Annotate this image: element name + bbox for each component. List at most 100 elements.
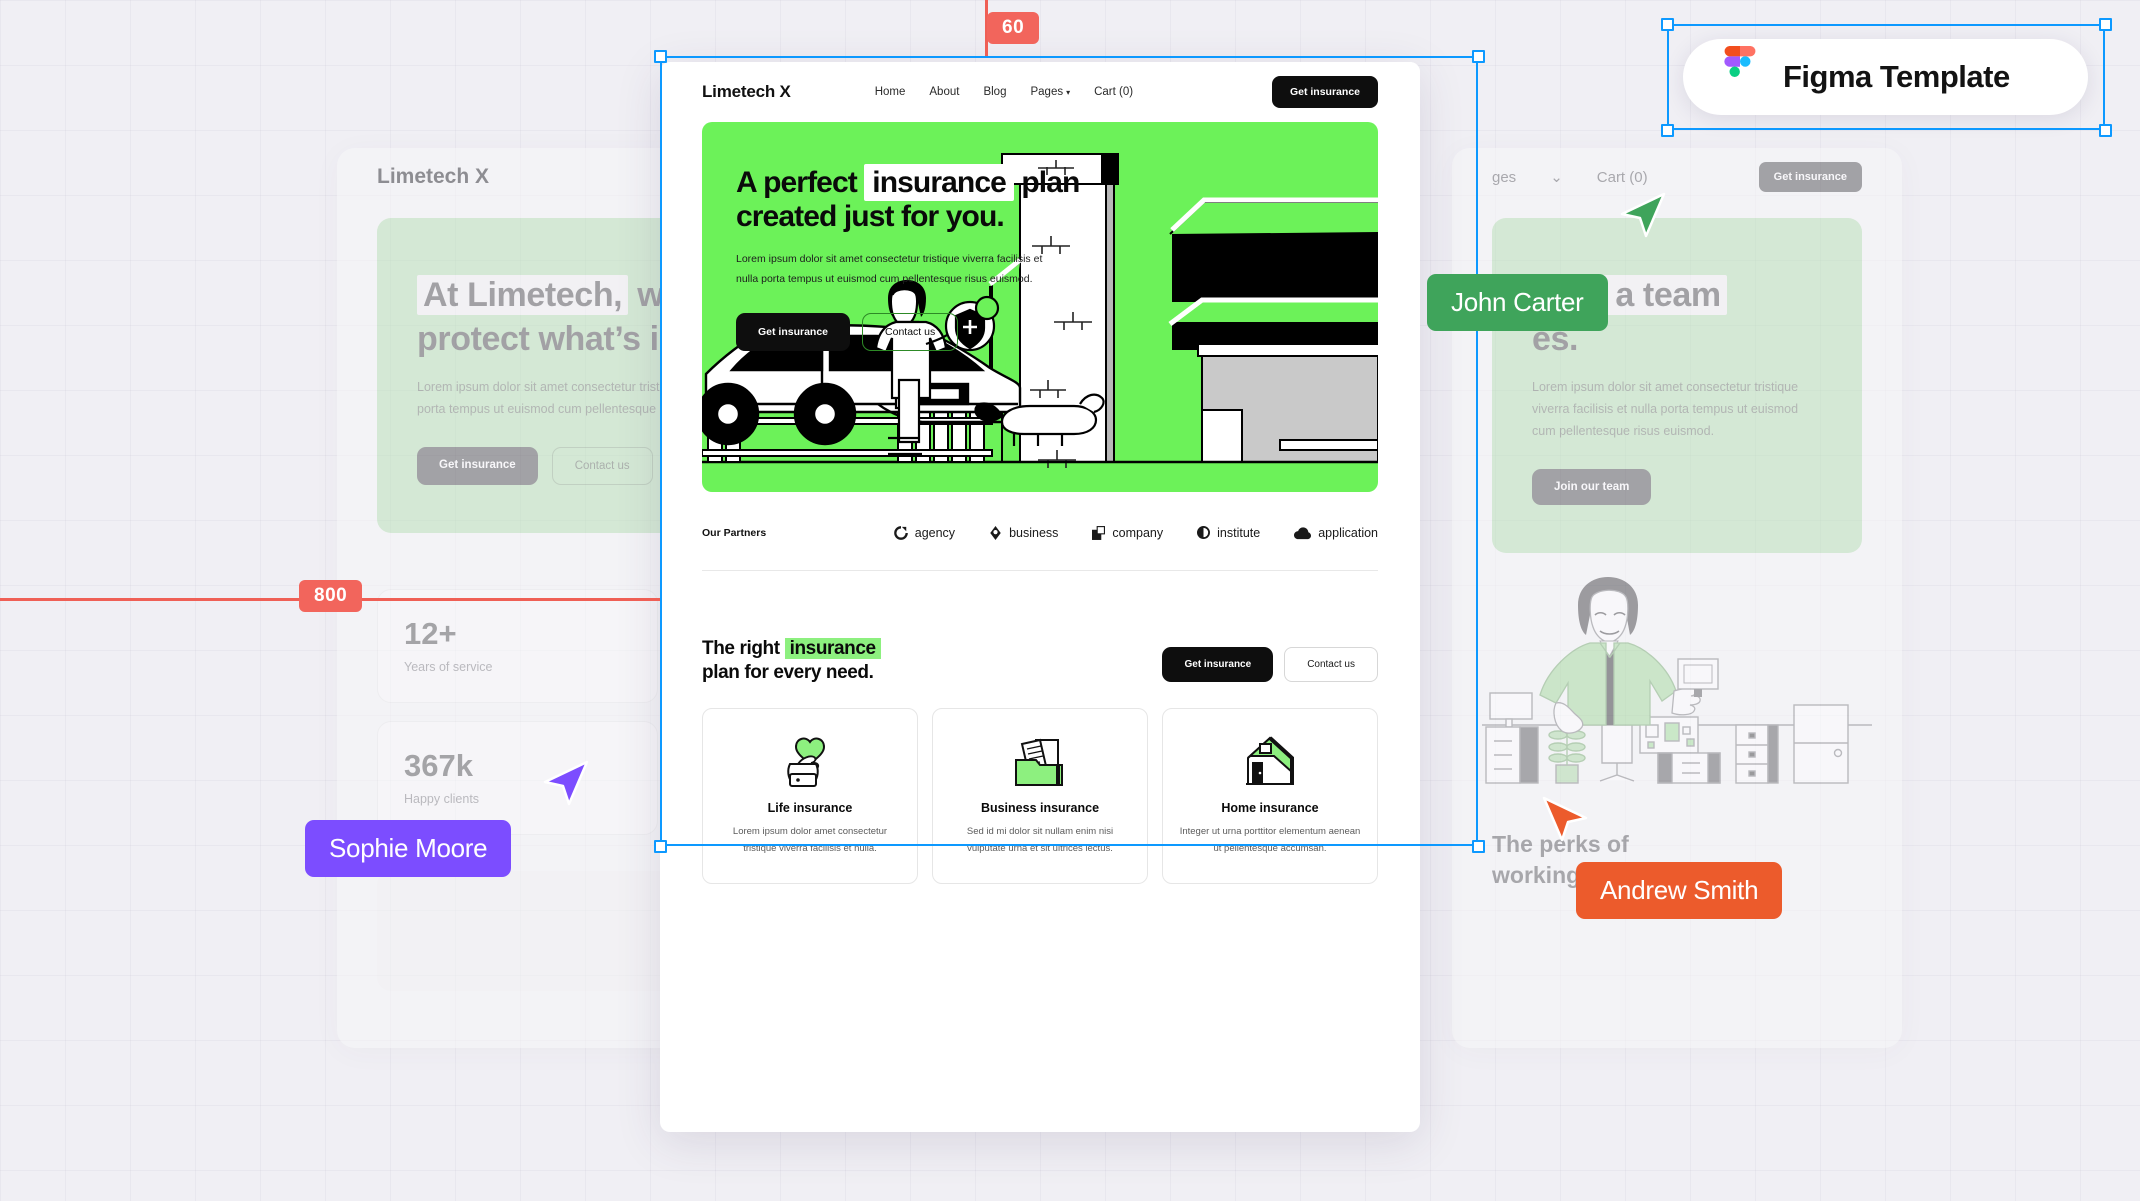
partner-business[interactable]: business [989,526,1058,540]
partner-institute[interactable]: institute [1197,526,1260,540]
hero-heading-line2: created just for you. [736,200,1005,234]
card-home-insurance[interactable]: Home insurance Integer ut urna porttitor… [1162,707,1378,884]
hero-section: A perfect insurance plan created just fo… [702,122,1378,492]
measurement-line-horizontal-right [360,598,660,601]
office-woman-illustration [1452,553,1902,795]
plans-heading-part1: The right [702,638,780,659]
nav-link-pages-label: Pages [1030,86,1064,98]
right-frame-button-row: Join our team [1532,468,1822,505]
selection-handle-bottom-left[interactable] [654,840,667,853]
right-frame-hero-paragraph: Lorem ipsum dolor sit amet consectetur t… [1532,380,1799,438]
stat-value: 367k [398,742,473,783]
hero-get-insurance-button[interactable]: Get insurance [736,313,851,352]
stat-label: Happy clients [404,791,480,806]
plans-contact-us-button[interactable]: Contact us [1284,647,1378,682]
nav-link-blog[interactable]: Blog [983,86,1006,98]
nav-link-about[interactable]: About [929,86,959,98]
card-description: Sed id mi dolor sit nullam enim nisi vul… [966,825,1114,854]
right-frame-cta-button[interactable]: Get insurance [1758,162,1862,192]
card-life-insurance[interactable]: Life insurance Lorem ipsum dolor amet co… [702,707,918,884]
left-frame-heading-highlight: At Limetech, [417,275,629,315]
folder-documents-icon [949,733,1131,789]
circle-arrow-icon [893,526,908,540]
squares-icon [1092,526,1106,540]
stat-label: Years of service [404,659,493,674]
card-title: Home insurance [1221,800,1319,815]
nav-links: Home About Blog Pages ▾ Cart (0) [875,86,1133,98]
figma-handle-top-left[interactable] [1661,18,1674,31]
house-icon [1179,733,1361,789]
measurement-badge-60: 60 [987,12,1040,44]
card-description: Lorem ipsum dolor amet consectetur trist… [732,825,888,854]
figma-handle-bottom-right[interactable] [2099,124,2112,137]
partners-label: Our Partners [702,527,767,539]
card-title: Life insurance [767,800,853,815]
right-frame-nav-cart[interactable]: Cart (0) [1597,169,1648,186]
partner-company[interactable]: company [1092,526,1163,540]
figma-handle-top-right[interactable] [2099,18,2112,31]
stat-value: 12+ [398,610,457,651]
partner-name: company [1112,526,1164,540]
left-frame-heading-line2: protect what’s i [417,319,659,358]
hero-heading-part1: A perfect [736,166,858,199]
cursor-arrow-john-carter [1620,192,1666,238]
partner-name: business [1009,526,1059,540]
selection-handle-top-right[interactable] [1472,50,1485,63]
site-logo[interactable]: Limetech X [702,82,791,102]
plans-section-header: The right insurance plan for every need.… [702,637,1378,686]
chevron-down-icon: ▾ [1066,88,1071,97]
card-business-insurance[interactable]: Business insurance Sed id mi dolor sit n… [932,707,1148,884]
partners-section: Our Partners agency business company ins… [702,492,1378,571]
cursor-label-andrew-smith: Andrew Smith [1576,862,1783,919]
selection-handle-bottom-right[interactable] [1472,840,1485,853]
nav-link-pages[interactable]: Pages ▾ [1030,86,1070,98]
site-navbar: Limetech X Home About Blog Pages ▾ Cart (… [660,62,1420,122]
left-frame-brand: Limetech X [377,165,490,188]
right-frame-hero: Join a team es. Lorem ipsum dolor sit am… [1492,218,1862,553]
figma-canvas[interactable]: Limetech X Home About At Limetech, w pro… [0,0,2140,1201]
half-circle-icon [1197,526,1211,540]
plans-heading-line2: plan for every need. [702,662,874,684]
perks-line2-part1: working [1492,861,1581,888]
left-frame-secondary-button[interactable]: Contact us [551,446,653,485]
hero-contact-us-button[interactable]: Contact us [862,313,959,352]
hero-button-row: Get insurance Contact us [736,313,1378,352]
partner-name: agency [914,526,956,540]
plans-get-insurance-button[interactable]: Get insurance [1162,647,1274,682]
right-frame-nav-pages[interactable]: ges [1492,169,1516,186]
nav-link-home[interactable]: Home [875,86,906,98]
cloud-icon [1294,526,1312,539]
diamond-icon [990,526,1001,540]
chevron-down-icon: ⌄ [1550,169,1563,186]
stat-card: 12+ Years of service [377,588,658,703]
cursor-label-john-carter: John Carter [1427,274,1608,331]
measurement-badge-800: 800 [299,580,363,612]
partner-application[interactable]: application [1294,526,1378,540]
join-our-team-button[interactable]: Join our team [1532,468,1652,505]
plans-heading: The right insurance plan for every need. [702,637,881,686]
hand-heart-icon [719,733,901,789]
figma-logo-icon [1724,46,1756,77]
selected-artboard[interactable]: Limetech X Home About Blog Pages ▾ Cart (… [660,62,1420,1132]
figma-handle-bottom-left[interactable] [1661,124,1674,137]
cursor-label-sophie-moore: Sophie Moore [305,820,512,877]
figma-template-label: Figma Template [1783,59,2010,94]
cursor-arrow-andrew-smith [1542,796,1588,842]
hero-paragraph: Lorem ipsum dolor sit amet consectetur t… [736,253,1043,285]
partner-agency[interactable]: agency [893,526,956,540]
figma-template-badge[interactable]: Figma Template [1683,39,2088,115]
partners-list: agency business company institute applic… [893,526,1378,540]
left-frame-primary-button[interactable]: Get insurance [417,446,538,485]
nav-get-insurance-button[interactable]: Get insurance [1271,76,1378,108]
insurance-cards: Life insurance Lorem ipsum dolor amet co… [702,707,1378,884]
hero-heading-highlight: insurance [864,164,1014,201]
stat-card: 367k Happy clients [377,720,658,835]
card-title: Business insurance [980,800,1100,815]
cursor-arrow-sophie-moore [543,760,589,806]
hero-heading: A perfect insurance plan created just fo… [736,164,1378,234]
nav-link-cart[interactable]: Cart (0) [1094,86,1133,98]
plans-heading-highlight: insurance [784,638,881,659]
partner-name: institute [1217,526,1261,540]
partner-name: application [1318,526,1378,540]
selection-handle-top-left[interactable] [654,50,667,63]
